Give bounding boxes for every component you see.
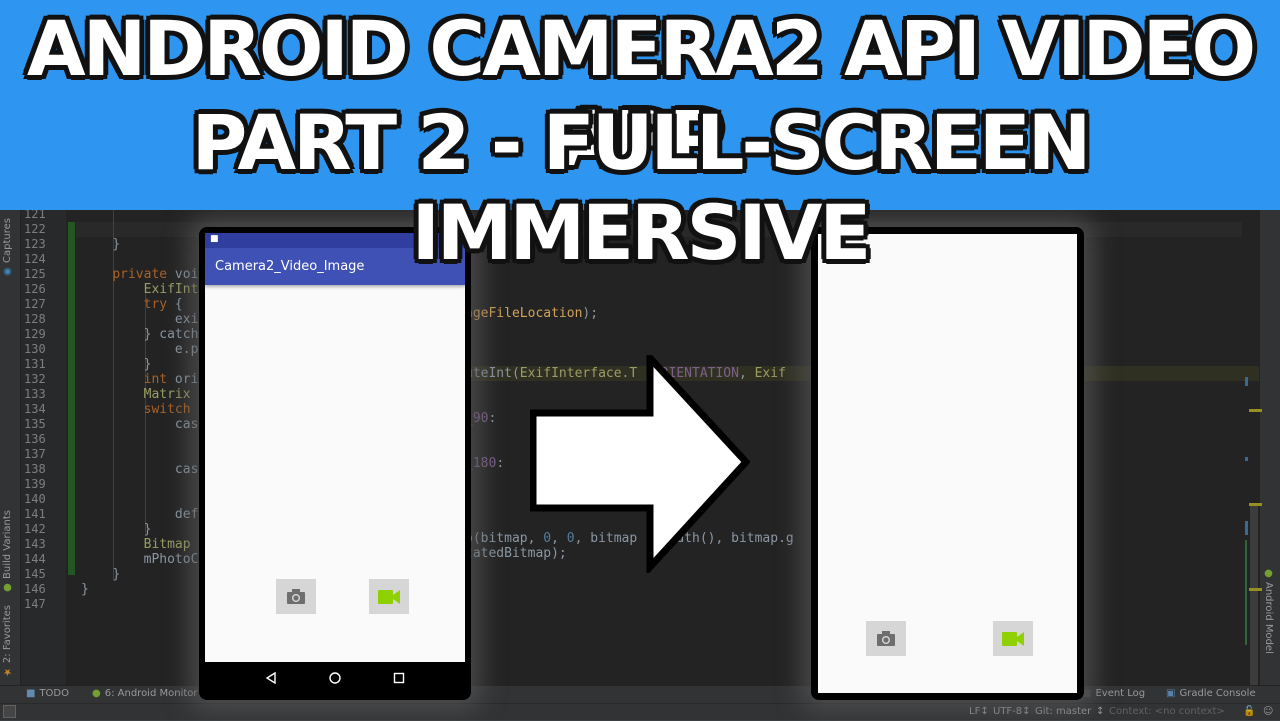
capture-photo-button[interactable] xyxy=(866,621,906,656)
line-number: 130 xyxy=(24,342,46,356)
tool-tab-todo[interactable]: ■ TODO xyxy=(26,688,69,699)
left-tool-strip: ◉ Captures ● Build Variants ★ 2: Favorit… xyxy=(0,210,21,685)
home-icon[interactable] xyxy=(329,672,341,684)
line-number: 144 xyxy=(24,552,46,566)
line-number: 126 xyxy=(24,282,46,296)
line-number: 145 xyxy=(24,567,46,581)
line-number: 141 xyxy=(24,507,46,521)
transition-arrow-icon xyxy=(530,355,750,573)
line-number: 134 xyxy=(24,402,46,416)
video-camera-icon xyxy=(378,589,400,604)
line-number: 129 xyxy=(24,327,46,341)
android-icon: ● xyxy=(92,688,101,699)
record-video-button[interactable] xyxy=(993,621,1033,656)
phone-before: ■ ◷ ▮ 9:51 Camera2_Video_Image xyxy=(199,227,471,700)
line-separator-selector[interactable]: LF↕ xyxy=(969,706,989,717)
phone-screen: ■ ◷ ▮ 9:51 Camera2_Video_Image xyxy=(205,233,465,662)
line-number: 127 xyxy=(24,297,46,311)
line-number-gutter: 121 122 123 124 125 126 127 128 129 130 131 132 133 1… xyxy=(21,207,66,685)
context-indicator: Context: <no context> xyxy=(1109,706,1225,717)
warning-stripe-mark xyxy=(1249,588,1262,591)
tool-tab-android-model[interactable]: ● Android Model xyxy=(1263,568,1274,654)
encoding-selector[interactable]: UTF-8↕ xyxy=(993,706,1031,717)
android-icon: ● xyxy=(2,581,13,593)
record-video-button[interactable] xyxy=(369,579,409,614)
line-number: 135 xyxy=(24,417,46,431)
line-number: 140 xyxy=(24,492,46,506)
vcs-branch[interactable]: Git: master xyxy=(1035,706,1091,717)
line-number: 133 xyxy=(24,387,46,401)
warning-stripe-mark xyxy=(1249,409,1262,412)
inspector-icon[interactable]: ☺ xyxy=(1263,706,1273,717)
status-bar: LF↕ UTF-8↕ Git: master ↕ Context: <no co… xyxy=(0,703,1280,721)
editor-scrollbar[interactable] xyxy=(1250,505,1258,685)
camera-icon xyxy=(877,631,895,646)
tool-tab-build-variants[interactable]: ● Build Variants xyxy=(2,510,13,593)
line-number: 147 xyxy=(24,597,46,611)
title-line-2: PART 2 - FULL-SCREEN IMMERSIVE xyxy=(191,98,1092,277)
star-icon: ★ xyxy=(2,666,13,678)
lock-icon[interactable]: 🔓 xyxy=(1243,706,1255,717)
phone-after-immersive xyxy=(811,227,1084,700)
recents-icon[interactable] xyxy=(393,672,405,684)
line-number: 139 xyxy=(24,477,46,491)
line-number: 128 xyxy=(24,312,46,326)
capture-photo-button[interactable] xyxy=(276,579,316,614)
line-number: 146 xyxy=(24,582,46,596)
video-camera-icon xyxy=(1002,631,1024,646)
android-nav-bar xyxy=(199,662,471,694)
tool-windows-toggle-icon[interactable] xyxy=(3,705,16,718)
line-number: 138 xyxy=(24,462,46,476)
tool-tab-event-log[interactable]: ■ Event Log xyxy=(1082,688,1145,699)
error-stripe-mark xyxy=(1245,521,1248,535)
line-number: 132 xyxy=(24,372,46,386)
line-number: 142 xyxy=(24,522,46,536)
change-stripe-mark xyxy=(1245,540,1247,645)
camera-icon xyxy=(287,589,305,604)
line-number: 143 xyxy=(24,537,46,551)
right-tool-strip: ● Android Model xyxy=(1259,210,1280,685)
bottom-tool-tabs: ■ TODO ● 6: Android Monitor ■ Event Log … xyxy=(0,685,1280,704)
line-number: 136 xyxy=(24,432,46,446)
tool-tab-gradle-console[interactable]: ▣ Gradle Console xyxy=(1166,688,1256,699)
error-stripe-mark xyxy=(1245,377,1248,386)
tool-tab-android-monitor[interactable]: ● 6: Android Monitor xyxy=(92,688,198,699)
tool-tab-favorites[interactable]: ★ 2: Favorites xyxy=(2,605,13,677)
vcs-branch-chevron-icon[interactable]: ↕ xyxy=(1096,706,1104,717)
error-stripe-mark xyxy=(1245,457,1248,461)
line-number: 131 xyxy=(24,357,46,371)
warning-stripe-mark xyxy=(1249,503,1262,506)
todo-icon: ■ xyxy=(26,688,36,699)
gradle-console-icon: ▣ xyxy=(1166,688,1176,699)
phone-screen-fullscreen xyxy=(818,234,1077,693)
title-banner: ANDROID CAMERA2 API VIDEO APP PART 2 - F… xyxy=(0,0,1280,277)
android-icon: ● xyxy=(1263,568,1274,579)
line-number: 137 xyxy=(24,447,46,461)
back-icon[interactable] xyxy=(265,672,277,684)
